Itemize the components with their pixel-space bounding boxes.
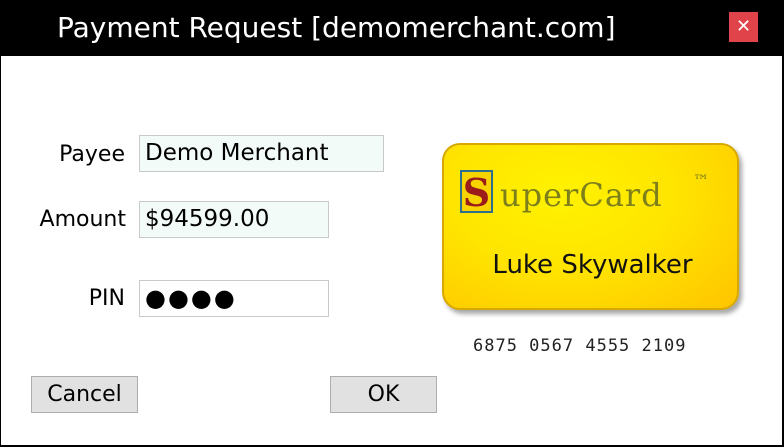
close-button[interactable]: ✕: [729, 12, 758, 42]
title-bar[interactable]: Payment Request [demomerchant.com] ✕: [0, 0, 784, 56]
trademark-symbol: ™: [693, 171, 709, 190]
payment-dialog: Payment Request [demomerchant.com] ✕ Pay…: [0, 0, 784, 447]
card-holder-name: Luke Skywalker: [492, 250, 693, 280]
pin-label: PIN: [88, 286, 125, 311]
payee-field[interactable]: Demo Merchant: [139, 135, 384, 172]
supercard-image: S uperCard ™ Luke Skywalker: [442, 143, 739, 310]
close-icon: ✕: [735, 16, 752, 37]
cancel-button[interactable]: Cancel: [31, 376, 138, 413]
card-logo-initial: S: [462, 170, 491, 215]
window-title: Payment Request [demomerchant.com]: [57, 11, 616, 44]
ok-button[interactable]: OK: [330, 376, 437, 413]
card-brand-name: uperCard: [500, 176, 663, 214]
amount-label: Amount: [39, 207, 126, 232]
card-logo-box: S: [460, 170, 493, 215]
card-number: 6875 0567 4555 2109: [473, 336, 687, 356]
dialog-body: Payee Demo Merchant Amount $94599.00 PIN…: [1, 56, 782, 445]
payee-label: Payee: [59, 142, 125, 167]
amount-field[interactable]: $94599.00: [139, 201, 329, 238]
pin-field[interactable]: ●●●●: [139, 280, 329, 317]
